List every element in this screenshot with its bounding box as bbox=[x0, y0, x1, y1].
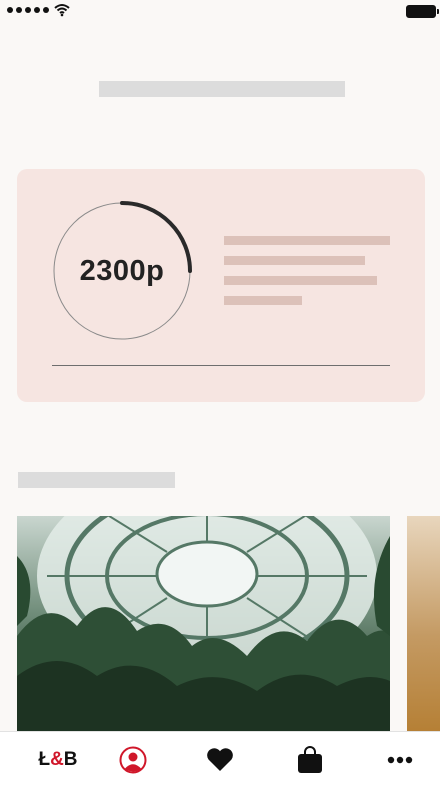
profile-icon bbox=[119, 746, 147, 773]
brand-logo[interactable]: Ł & B bbox=[18, 732, 98, 787]
logo-letter-left: Ł bbox=[38, 748, 51, 770]
carousel-image-next[interactable] bbox=[407, 516, 440, 734]
points-value: 2300р bbox=[79, 254, 165, 287]
status-bar bbox=[0, 0, 440, 22]
header-title-placeholder bbox=[99, 81, 345, 97]
bottom-tab-bar: Ł & B bbox=[0, 731, 440, 787]
tab-profile[interactable] bbox=[108, 732, 158, 787]
tab-more[interactable] bbox=[375, 732, 425, 787]
more-dots-icon bbox=[387, 756, 413, 763]
tab-shopping-bag[interactable] bbox=[285, 732, 335, 787]
points-description-placeholder bbox=[224, 236, 390, 316]
loyalty-points-card[interactable]: 2300р bbox=[17, 169, 425, 402]
signal-strength-icon bbox=[7, 7, 49, 13]
section-title-placeholder bbox=[18, 472, 175, 488]
battery-icon bbox=[406, 5, 439, 18]
card-divider bbox=[52, 365, 390, 366]
greenhouse-photo bbox=[17, 516, 390, 734]
heart-icon bbox=[207, 748, 233, 771]
carousel-image-greenhouse[interactable] bbox=[17, 516, 390, 734]
logo-ampersand: & bbox=[50, 748, 64, 770]
tab-wishlist[interactable] bbox=[195, 732, 245, 787]
wifi-icon bbox=[54, 4, 70, 17]
shopping-bag-icon bbox=[298, 745, 322, 773]
logo-letter-right: B bbox=[63, 748, 78, 770]
